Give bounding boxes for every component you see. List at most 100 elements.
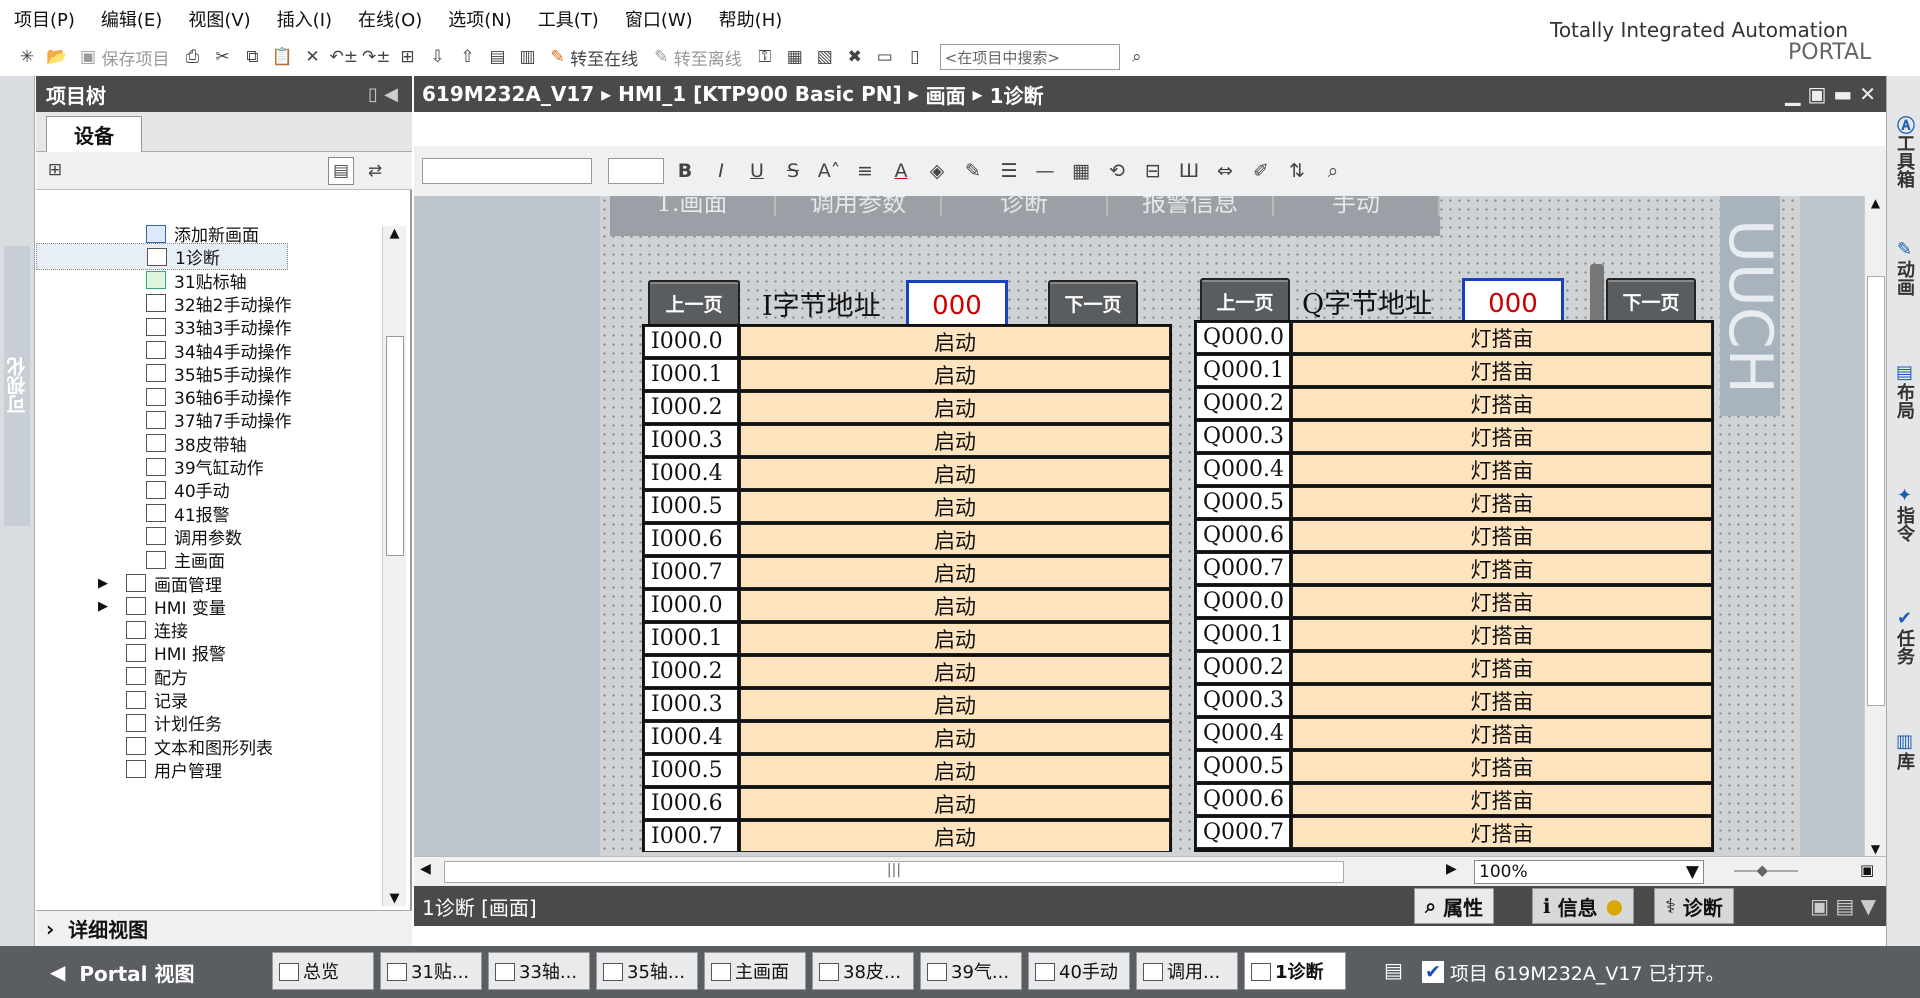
right-signal-state[interactable]: 灯搭亩 xyxy=(1292,751,1712,782)
right-signal-state[interactable]: 灯搭亩 xyxy=(1292,454,1712,485)
taskbar-editor-tab[interactable]: 调用... xyxy=(1136,952,1238,990)
project-search-input[interactable]: <在项目中搜索> xyxy=(939,44,1120,70)
menu-item-1[interactable]: 编辑(E) xyxy=(101,6,162,32)
right-signal-state[interactable]: 灯搭亩 xyxy=(1292,388,1712,419)
arrange-icon[interactable]: ▦ xyxy=(1066,160,1096,182)
right-signal-state[interactable]: 灯搭亩 xyxy=(1292,487,1712,518)
zoom-area-icon[interactable]: ⌕ xyxy=(1318,160,1348,182)
screen-nav-4[interactable]: 手动 xyxy=(1274,196,1440,216)
font-color-icon[interactable]: A xyxy=(886,160,916,182)
right-signal-state[interactable]: 灯搭亩 xyxy=(1292,553,1712,584)
menu-item-7[interactable]: 窗口(W) xyxy=(625,6,693,32)
breadcrumb-device[interactable]: HMI_1 [KTP900 Basic PN] xyxy=(618,82,901,106)
screen-canvas[interactable]: 1.画面 调用参数 诊断 报警信息 手动 UUCH 上一页 I字节地址 000 下一页 … xyxy=(414,196,1864,856)
window-controls-icon[interactable]: ▁ ▣ ▬ ✕ xyxy=(1785,82,1876,106)
split-vertical-icon[interactable]: ▯ xyxy=(902,43,928,71)
stop-sim-icon[interactable]: ▥ xyxy=(514,43,540,71)
print-icon[interactable]: ⎙ xyxy=(179,43,205,71)
font-name-select[interactable] xyxy=(422,158,592,184)
taskbar-editor-tab[interactable]: 38皮... xyxy=(812,952,914,990)
menu-item-8[interactable]: 帮助(H) xyxy=(719,6,783,32)
menu-item-3[interactable]: 插入(I) xyxy=(277,6,332,32)
left-signal-state[interactable]: 启动 xyxy=(740,458,1170,489)
scroll-down-icon[interactable]: ▼ xyxy=(1865,842,1886,856)
simulate-icon[interactable]: ▤ xyxy=(484,43,510,71)
task-card-1[interactable]: ✎动画 xyxy=(1891,239,1917,296)
close-all-icon[interactable]: ✖ xyxy=(842,43,868,71)
task-card-0[interactable]: Ⓐ工具箱 xyxy=(1891,116,1917,188)
line-color-icon[interactable]: ✎ xyxy=(958,160,988,182)
strikethrough-icon[interactable]: S xyxy=(778,160,808,182)
left-signal-state[interactable]: 启动 xyxy=(740,359,1170,390)
taskbar-log-icon[interactable]: ▤ xyxy=(1384,958,1403,982)
menu-item-5[interactable]: 选项(N) xyxy=(448,6,512,32)
task-card-4[interactable]: ✔任务 xyxy=(1891,608,1917,665)
tree-refresh-icon[interactable]: ⇄ xyxy=(362,157,388,185)
scroll-up-icon[interactable]: ▲ xyxy=(383,226,406,241)
right-signal-state[interactable]: 灯搭亩 xyxy=(1292,784,1712,815)
task-card-5[interactable]: ▥库 xyxy=(1891,731,1917,770)
tab-devices[interactable]: 设备 xyxy=(46,116,142,152)
accessible-devices-icon[interactable]: ⚿ xyxy=(752,43,778,71)
left-signal-state[interactable]: 启动 xyxy=(740,425,1170,456)
visualization-tab[interactable]: 可视化 xyxy=(4,246,30,526)
hmi-screen[interactable]: 1.画面 调用参数 诊断 报警信息 手动 UUCH 上一页 I字节地址 000 下一页 … xyxy=(600,196,1800,856)
breadcrumb-project[interactable]: 619M232A_V17 xyxy=(422,82,594,106)
expand-arrow-icon[interactable]: ▶ xyxy=(98,599,108,614)
left-signal-state[interactable]: 启动 xyxy=(740,623,1170,654)
font-size-up-icon[interactable]: A˄ xyxy=(814,160,844,182)
taskbar-editor-tab[interactable]: 总览 xyxy=(272,952,374,990)
redo-icon[interactable]: ↷± xyxy=(362,43,391,71)
detail-view-toggle[interactable]: › 详细视图 xyxy=(36,910,412,946)
task-card-3[interactable]: ✦指令 xyxy=(1891,485,1917,542)
canvas-horizontal-scrollbar[interactable]: ◀ ||| ▶ 100% ▼ ⎯⎯⎯◆⎯⎯⎯⎯ ▣ xyxy=(414,856,1886,886)
right-signal-state[interactable]: 灯搭亩 xyxy=(1292,322,1712,353)
upload-icon[interactable]: ⇧ xyxy=(454,43,480,71)
split-icon[interactable]: ▧ xyxy=(812,43,838,71)
right-signal-state[interactable]: 灯搭亩 xyxy=(1292,421,1712,452)
tab-properties[interactable]: ⌕ 属性 xyxy=(1414,888,1495,924)
go-offline-button[interactable]: ✎ 转至离线 xyxy=(648,43,748,71)
left-signal-state[interactable]: 启动 xyxy=(740,755,1170,786)
zoom-slider[interactable]: ⎯⎯⎯◆⎯⎯⎯⎯ xyxy=(1734,861,1798,879)
align-objects-icon[interactable]: ⊟ xyxy=(1138,160,1168,182)
layer-icon[interactable]: ⇅ xyxy=(1282,160,1312,182)
new-project-icon[interactable]: ✳ xyxy=(14,43,40,71)
left-signal-state[interactable]: 启动 xyxy=(740,788,1170,819)
copy-icon[interactable]: ⧉ xyxy=(239,43,265,71)
overview-icon[interactable]: ▣ xyxy=(1860,861,1874,879)
zoom-select[interactable]: 100% ▼ xyxy=(1474,860,1704,884)
search-go-icon[interactable]: ⌕ xyxy=(1124,43,1150,71)
same-size-icon[interactable]: ⇔ xyxy=(1210,160,1240,182)
left-signal-state[interactable]: 启动 xyxy=(740,557,1170,588)
delete-icon[interactable]: ✕ xyxy=(299,43,325,71)
input-next-page-button[interactable]: 下一页 xyxy=(1048,280,1138,326)
tree-scrollbar[interactable]: ▲ ▼ xyxy=(382,226,406,906)
tree-scroll-thumb[interactable] xyxy=(386,336,404,556)
cross-ref-icon[interactable]: ▦ xyxy=(782,43,808,71)
download-icon[interactable]: ⇩ xyxy=(424,43,450,71)
menu-item-2[interactable]: 视图(V) xyxy=(188,6,250,32)
left-signal-state[interactable]: 启动 xyxy=(740,821,1170,852)
taskbar-editor-tab[interactable]: 40手动 xyxy=(1028,952,1130,990)
screen-nav-3[interactable]: 报警信息 xyxy=(1108,196,1274,216)
undo-icon[interactable]: ↶± xyxy=(329,43,358,71)
left-signal-state[interactable]: 启动 xyxy=(740,722,1170,753)
rotate-icon[interactable]: ⟲ xyxy=(1102,160,1132,182)
left-signal-state[interactable]: 启动 xyxy=(740,491,1170,522)
paste-icon[interactable]: 📋 xyxy=(269,43,295,71)
taskbar-editor-tab[interactable]: 35轴... xyxy=(596,952,698,990)
expand-arrow-icon[interactable]: ▶ xyxy=(98,576,108,591)
right-signal-state[interactable]: 灯搭亩 xyxy=(1292,685,1712,716)
left-signal-state[interactable]: 启动 xyxy=(740,590,1170,621)
right-signal-state[interactable]: 灯搭亩 xyxy=(1292,652,1712,683)
taskbar-editor-tab[interactable]: 主画面 xyxy=(704,952,806,990)
tree-item[interactable]: 用户管理 xyxy=(126,756,222,783)
left-signal-state[interactable]: 启动 xyxy=(740,524,1170,555)
task-card-2[interactable]: ▤布局 xyxy=(1891,362,1917,419)
taskbar-editor-tab[interactable]: 39气... xyxy=(920,952,1022,990)
tag-icon[interactable]: ✐ xyxy=(1246,160,1276,182)
screen-nav-2[interactable]: 诊断 xyxy=(942,196,1108,216)
left-signal-state[interactable]: 启动 xyxy=(740,326,1170,357)
distribute-icon[interactable]: Ш xyxy=(1174,160,1204,182)
